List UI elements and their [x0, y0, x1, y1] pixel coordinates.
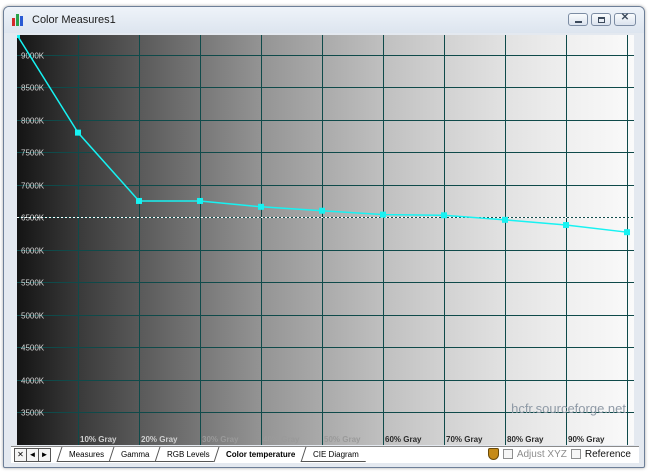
data-point — [197, 197, 203, 204]
tab-gamma[interactable]: Gamma — [108, 447, 162, 462]
tab-rgb-levels[interactable]: RGB Levels — [154, 447, 221, 462]
color-measures-window: Color Measures1 ✕ 9000K 8500K 8000K 7500K 70… — [3, 6, 645, 468]
x-tick-label: 70% Gray — [446, 435, 483, 444]
y-tick-label: 8500K — [21, 84, 45, 93]
window-title: Color Measures1 — [32, 14, 116, 26]
y-tick-label: 3500K — [21, 409, 45, 418]
reference-label: Reference — [584, 448, 631, 460]
chart-canvas: 9000K8500K8000K7500K7000K6500K6000K5500K… — [17, 35, 634, 445]
x-tick-label: 30% Gray — [202, 435, 239, 444]
tab-label: Gamma — [121, 450, 150, 459]
y-tick-label: 5000K — [21, 312, 45, 321]
view-tabs: Measures Gamma RGB Levels Color temperature… — [56, 447, 370, 464]
close-button[interactable]: ✕ — [614, 12, 636, 26]
adjust-xyz-label: Adjust XYZ — [516, 448, 567, 460]
tab-label: RGB Levels — [166, 450, 210, 459]
y-tick-label: 6000K — [21, 247, 45, 256]
data-point — [563, 222, 569, 229]
shield-icon[interactable] — [487, 448, 499, 460]
next-tab-button[interactable]: ► — [38, 448, 51, 462]
sheet-tab-bar: ✕ ◄ ► Measures Gamma RGB Levels Color tempe… — [11, 446, 639, 463]
bar-chart-app-icon — [12, 14, 26, 26]
title-bar[interactable]: Color Measures1 ✕ — [4, 7, 644, 33]
minimize-icon — [575, 21, 582, 23]
y-tick-label: 5500K — [21, 279, 45, 288]
data-point — [380, 211, 386, 218]
y-tick-label: 8000K — [21, 117, 45, 126]
data-point — [624, 229, 630, 236]
watermark: hcfr.sourceforge.net — [511, 401, 626, 416]
tab-label: Measures — [69, 450, 105, 459]
data-point — [441, 212, 447, 219]
close-icon: ✕ — [620, 12, 630, 23]
y-tick-label: 7000K — [21, 182, 45, 191]
maximize-icon — [598, 17, 605, 23]
tab-cie-diagram[interactable]: CIE Diagram — [300, 447, 370, 462]
adjust-xyz-checkbox[interactable] — [502, 449, 513, 459]
x-tick-label: 20% Gray — [141, 435, 178, 444]
minimize-button[interactable] — [568, 13, 588, 26]
y-tick-label: 4500K — [21, 344, 45, 353]
tab-measures[interactable]: Measures — [56, 447, 116, 462]
y-tick-label: 4000K — [21, 377, 45, 386]
x-tick-label: 40% Gray — [263, 435, 300, 444]
tab-label: Color temperature — [226, 450, 296, 459]
x-tick-label: 90% Gray — [568, 435, 605, 444]
x-tick-label: 60% Gray — [385, 435, 422, 444]
x-tick-label: 10% Gray — [80, 435, 117, 444]
tab-label: CIE Diagram — [312, 450, 359, 459]
data-point — [17, 35, 20, 38]
color-temperature-chart[interactable]: 9000K 8500K 8000K 7500K 7000K 6500K 6000K 5500K… — [17, 35, 634, 445]
tab-color-temperature[interactable]: Color temperature — [213, 447, 308, 462]
reference-checkbox[interactable] — [570, 449, 581, 459]
data-point — [136, 197, 142, 204]
x-tick-label: 50% Gray — [324, 435, 361, 444]
maximize-button[interactable] — [591, 13, 611, 26]
data-point — [502, 216, 508, 223]
x-tick-label: 80% Gray — [507, 435, 544, 444]
y-tick-label: 7500K — [21, 149, 45, 158]
data-point — [75, 129, 81, 136]
data-point — [319, 207, 325, 214]
data-point — [258, 203, 264, 210]
